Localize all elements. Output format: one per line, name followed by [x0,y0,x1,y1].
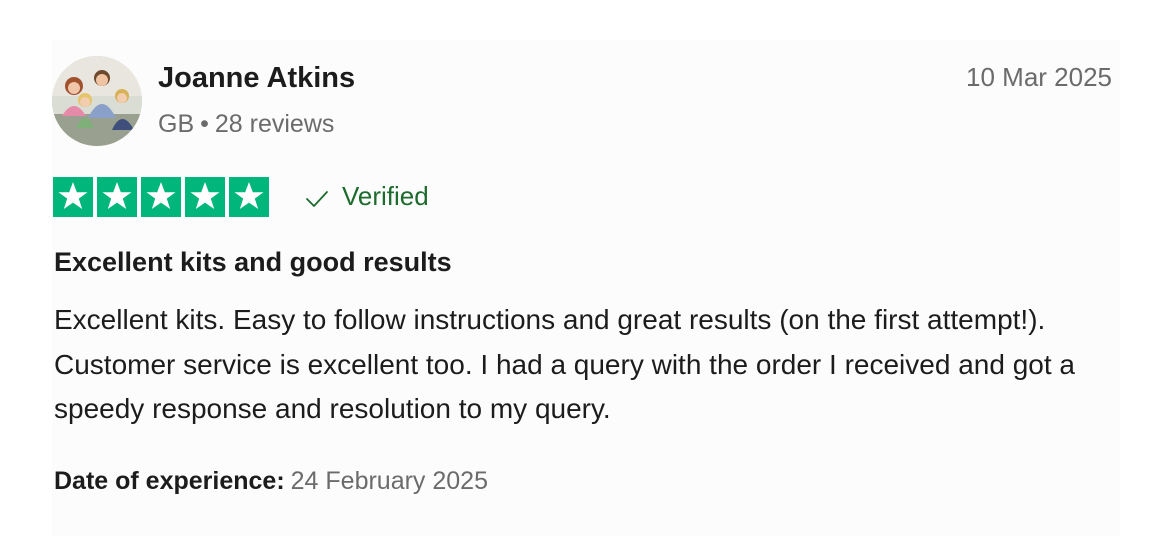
verified-badge[interactable]: Verified [304,179,429,213]
experience-date: 24 February 2025 [290,467,488,495]
avatar[interactable] [52,56,142,146]
reviewer-meta: GB • 28 reviews [158,108,334,140]
star-rating [53,177,269,217]
reviewer-review-count[interactable]: 28 reviews [215,110,335,138]
review-title: Excellent kits and good results [54,247,452,277]
star-icon [141,177,181,217]
star-icon [229,177,269,217]
experience-label: Date of experience: [54,467,285,495]
star-icon [185,177,225,217]
check-icon [306,191,328,207]
review-body: Excellent kits. Easy to follow instructi… [54,304,1075,424]
star-icon [53,177,93,217]
star-icon [97,177,137,217]
review-date: 10 Mar 2025 [966,62,1112,92]
reviewer-name[interactable]: Joanne Atkins [158,60,355,96]
verified-label: Verified [342,181,429,211]
date-of-experience: Date of experience: 24 February 2025 [54,464,488,498]
meta-separator: • [200,110,209,138]
reviewer-country: GB [158,110,195,138]
family-photo-icon [52,56,142,146]
